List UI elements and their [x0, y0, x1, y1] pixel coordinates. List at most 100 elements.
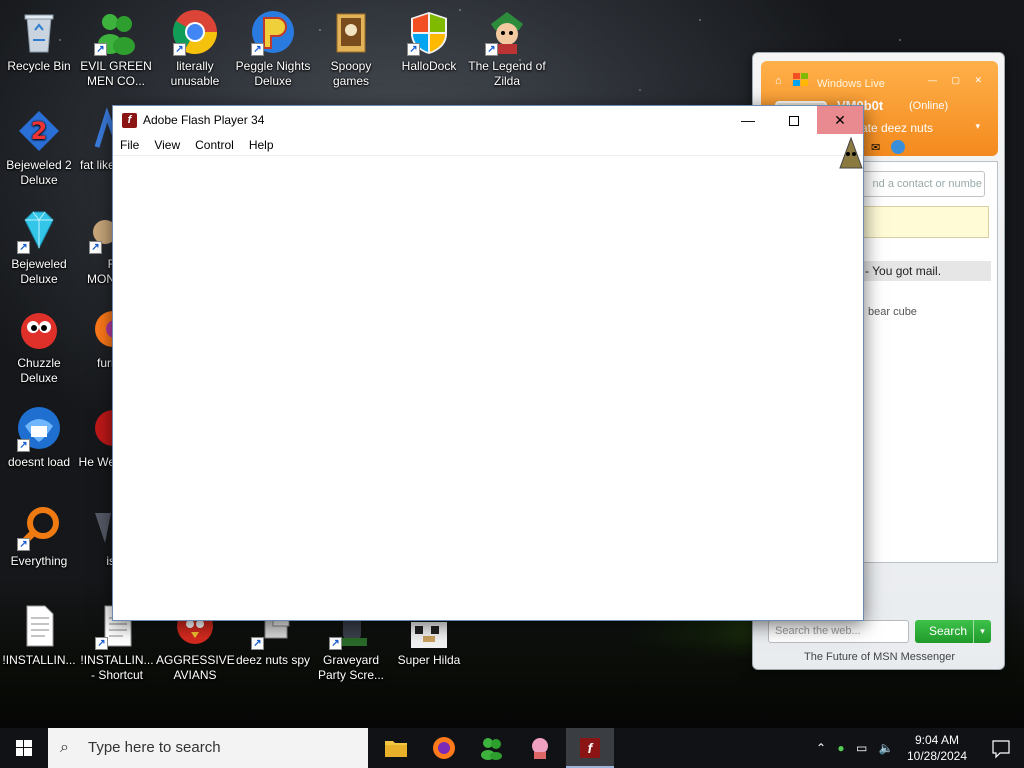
desktop-icon-he-we[interactable]: He We: [77, 404, 131, 470]
desktop-icon-spoopy-games[interactable]: Spoopy games: [312, 8, 390, 89]
desktop-icon-label: Graveyard Party Scre...: [317, 653, 385, 682]
sprite-figure-icon: [838, 136, 864, 170]
minimize-button[interactable]: —: [725, 106, 771, 134]
flash-content-area[interactable]: [113, 156, 863, 620]
tray-icons: ⌃ ● ▭ 🔈: [816, 728, 894, 768]
shortcut-arrow-icon: ↗: [89, 241, 102, 254]
zilda-character-icon: ↗: [483, 8, 531, 56]
web-search-input[interactable]: Search the web...: [768, 620, 909, 643]
dropdown-arrow-icon[interactable]: ▾: [975, 121, 980, 132]
desktop-icon-f-mon[interactable]: ↗ F MON: [77, 206, 117, 287]
folder-icon: [385, 741, 407, 757]
desktop-icon-peggle-nights[interactable]: ↗ Peggle Nights Deluxe: [234, 8, 312, 89]
desktop-icon-label: HalloDock: [401, 59, 457, 73]
taskbar-search-box[interactable]: ⌕ Type here to search: [48, 728, 368, 768]
menu-control[interactable]: Control: [195, 138, 234, 152]
msn-buddy-icon: [481, 738, 502, 760]
msn-status[interactable]: (Online): [909, 100, 948, 112]
desktop-icon-bejeweled[interactable]: ↗ Bejeweled Deluxe: [0, 206, 78, 287]
desktop-icon-bejeweled-2[interactable]: 2 Bejeweled 2 Deluxe: [0, 107, 78, 188]
msn-footer: The Future of MSN Messenger: [803, 651, 955, 663]
msn-window-buttons[interactable]: — ▢ ✕: [928, 75, 988, 86]
chevron-up-icon[interactable]: ⌃: [816, 741, 826, 755]
msn-tray-icon[interactable]: ●: [837, 741, 844, 755]
desktop-icon-recycle-bin[interactable]: Recycle Bin: [0, 8, 78, 74]
menu-view[interactable]: View: [154, 138, 180, 152]
desktop-icon-legend-of-zilda[interactable]: ↗ The Legend of Zilda: [468, 8, 546, 89]
desktop-icon-label: doesnt load: [7, 455, 71, 469]
shortcut-arrow-icon: ↗: [17, 538, 30, 551]
search-icon: ⌕: [60, 739, 69, 756]
taskbar: ⌕ Type here to search f ⌃ ● ▭ 🔈 9:04 AM …: [0, 728, 1024, 768]
maximize-button[interactable]: [771, 106, 817, 134]
desktop-icon-furr[interactable]: furr: [77, 305, 131, 371]
desktop-icon-label: Super Hilda: [397, 653, 461, 667]
desktop-icon-label: Spoopy games: [330, 59, 372, 88]
desktop-icon-label: F MON: [87, 257, 115, 286]
shortcut-arrow-icon: ↗: [17, 241, 30, 254]
desktop-icon-label: !INSTALLIN...: [2, 653, 76, 667]
flash-player-window[interactable]: f Adobe Flash Player 34 — ✕ File View Co…: [112, 105, 864, 621]
desktop-icon-label: Bejeweled Deluxe: [11, 257, 67, 286]
start-button[interactable]: [0, 728, 48, 768]
peggle-icon: ↗: [249, 8, 297, 56]
desktop-icon-label: Peggle Nights Deluxe: [235, 59, 311, 88]
desktop-icon-label: deez nuts spy: [235, 653, 311, 667]
msn-today-icon[interactable]: [891, 140, 905, 154]
desktop-icon-doesnt-load[interactable]: ↗ doesnt load: [0, 404, 78, 470]
desktop-icon-label: !INSTALLIN... - Shortcut: [80, 653, 154, 682]
contact-item[interactable]: bear cube: [868, 306, 917, 318]
desktop-icon-everything[interactable]: ↗ Everything: [0, 503, 78, 569]
taskbar-firefox[interactable]: [420, 728, 468, 768]
volume-icon[interactable]: 🔈: [879, 741, 894, 755]
network-icon[interactable]: ▭: [856, 741, 867, 755]
clock[interactable]: 9:04 AM 10/28/2024: [902, 732, 972, 764]
green-men-icon: ↗: [92, 8, 140, 56]
taskbar-game[interactable]: [516, 728, 564, 768]
flash-logo-icon: f: [122, 112, 137, 128]
desktop-icon-chuzzle[interactable]: Chuzzle Deluxe: [0, 305, 78, 386]
msn-personal-message[interactable]: rate deez nuts: [857, 121, 933, 135]
flash-menubar: File View Control Help: [113, 134, 863, 156]
everything-search-icon: ↗: [15, 503, 63, 551]
character-icon: [532, 738, 548, 759]
flash-titlebar[interactable]: f Adobe Flash Player 34 — ✕: [113, 106, 863, 134]
recycle-bin-icon: [15, 8, 63, 56]
desktop-icon-is[interactable]: is: [77, 503, 115, 569]
svg-text:2: 2: [31, 117, 48, 145]
taskbar-msn[interactable]: [468, 728, 516, 768]
desktop-icon-hallodock[interactable]: ↗ HalloDock: [390, 8, 468, 74]
diamond-icon: ↗: [15, 206, 63, 254]
shortcut-arrow-icon: ↗: [329, 637, 342, 650]
taskbar-file-explorer[interactable]: [372, 728, 420, 768]
shortcut-arrow-icon: ↗: [251, 43, 264, 56]
desktop-icon-label: Recycle Bin: [7, 59, 71, 73]
menu-file[interactable]: File: [120, 138, 139, 152]
chevron-down-icon[interactable]: ▾: [973, 620, 991, 643]
desktop-icon-label: Bejeweled 2 Deluxe: [6, 158, 72, 187]
shortcut-arrow-icon: ↗: [94, 43, 107, 56]
taskbar-search-placeholder: Type here to search: [88, 739, 221, 756]
notification-icon: [992, 740, 1010, 759]
mail-icon[interactable]: ✉: [871, 141, 880, 154]
menu-help[interactable]: Help: [249, 138, 274, 152]
notification-center-button[interactable]: [978, 728, 1024, 768]
desktop-icon-installing[interactable]: !INSTALLIN...: [0, 602, 78, 668]
thunderbird-icon: ↗: [15, 404, 63, 452]
desktop-icon-label: is: [106, 554, 115, 568]
close-button[interactable]: ✕: [817, 106, 863, 134]
chuzzle-icon: [15, 305, 63, 353]
desktop-icon-evil-green-men[interactable]: ↗ EVIL GREEN MEN CO...: [77, 8, 155, 89]
desktop-icon-label: AGGRESSIVE AVIANS: [156, 653, 235, 682]
shortcut-arrow-icon: ↗: [17, 439, 30, 452]
clock-date: 10/28/2024: [906, 749, 968, 763]
windows-logo-icon: [16, 740, 32, 756]
msn-home-icon[interactable]: ⌂: [775, 75, 782, 87]
maximize-icon: [789, 116, 799, 127]
desktop-icon-label: Chuzzle Deluxe: [17, 356, 61, 385]
desktop-icon-label: He We: [78, 455, 115, 469]
web-search-button[interactable]: Search ▾: [915, 620, 991, 643]
taskbar-flash-player[interactable]: f: [566, 728, 614, 768]
desktop-icon-literally-unusable[interactable]: ↗ literally unusable: [156, 8, 234, 89]
windows-flag-icon: [793, 73, 809, 90]
